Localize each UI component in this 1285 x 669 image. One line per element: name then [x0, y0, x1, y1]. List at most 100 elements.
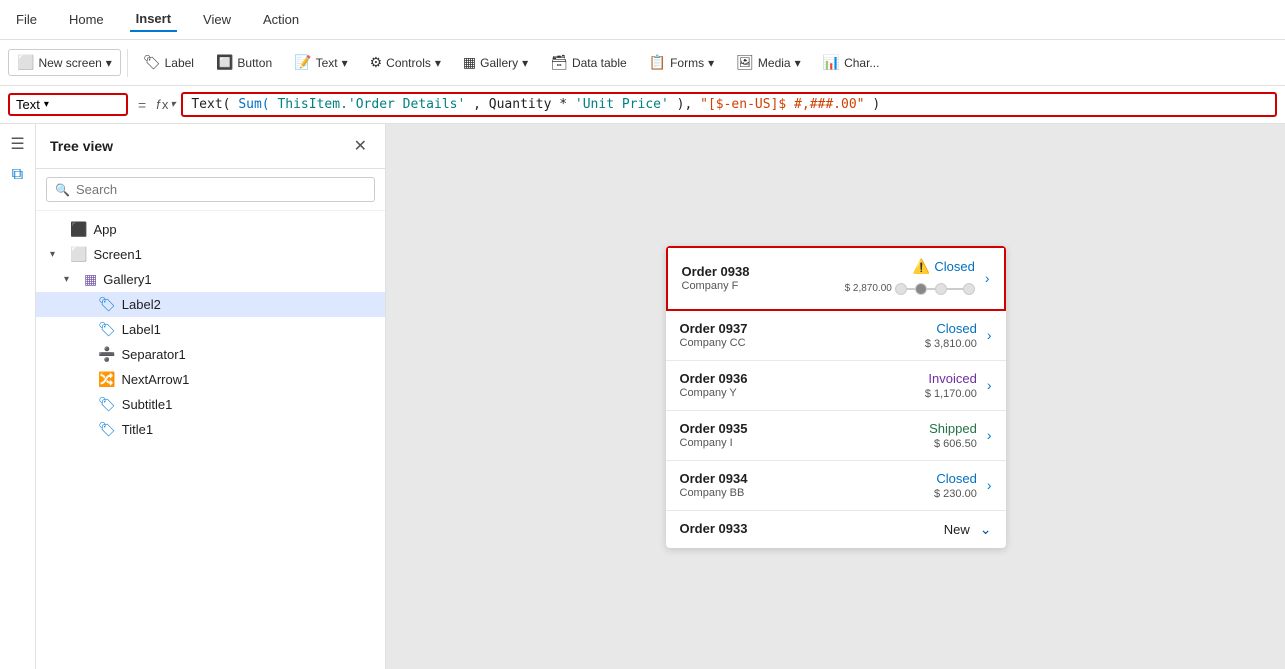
- gallery-row-0937[interactable]: Order 0937 Company CC Closed $ 3,810.00 …: [666, 311, 1006, 361]
- order-number-0933: Order 0933: [680, 521, 944, 536]
- status-area-0938: ⚠️ Closed $ 2,870.00: [845, 258, 975, 299]
- formula-equals: =: [134, 97, 150, 113]
- nextarrow1-label: NextArrow1: [121, 372, 189, 387]
- button-icon: 🔲: [216, 54, 233, 71]
- company-0935: Company I: [680, 437, 930, 449]
- row-left-0938: Order 0938 Company F: [682, 264, 845, 292]
- amount-0937: $ 3,810.00: [925, 338, 977, 350]
- status-0937: Closed: [936, 321, 976, 336]
- order-number-0937: Order 0937: [680, 321, 925, 336]
- status-0936: Invoiced: [928, 371, 976, 386]
- new-screen-chevron-icon: ▾: [106, 56, 112, 70]
- label2-label: Label2: [122, 297, 161, 312]
- company-0937: Company CC: [680, 337, 925, 349]
- tree-item-nextarrow1[interactable]: 🔀 NextArrow1: [36, 367, 385, 392]
- gallery1-expand-icon: ▾: [64, 274, 78, 285]
- title1-icon: 🏷: [98, 421, 116, 438]
- chevron-0936: ›: [987, 377, 992, 393]
- formula-text-multiply: *: [559, 97, 567, 112]
- app-label: App: [93, 222, 116, 237]
- sidebar-toggle[interactable]: ☰ ⧉: [0, 124, 36, 669]
- gallery-row-0935[interactable]: Order 0935 Company I Shipped $ 606.50 ›: [666, 411, 1006, 461]
- chevron-0935: ›: [987, 427, 992, 443]
- label-icon: 🏷: [143, 54, 161, 71]
- subtitle1-label: Subtitle1: [122, 397, 173, 412]
- main-area: ☰ ⧉ Tree view ✕ 🔍 ⬛ App ▾ ⬜ Scr: [0, 124, 1285, 669]
- formula-input[interactable]: Text( Sum( ThisItem.'Order Details' , Qu…: [181, 92, 1277, 117]
- tree-item-separator1[interactable]: ➗ Separator1: [36, 342, 385, 367]
- text-chevron-icon: ▾: [342, 56, 348, 70]
- media-button[interactable]: 🖼 Media ▾: [727, 49, 810, 76]
- menu-view[interactable]: View: [197, 8, 237, 31]
- tree-item-label2[interactable]: 🏷 Label2: [36, 292, 385, 317]
- tree-item-gallery1[interactable]: ▾ ▦ Gallery1: [36, 267, 385, 292]
- new-screen-label: New screen: [38, 56, 101, 70]
- gallery-row-0938[interactable]: Order 0938 Company F ⚠️ Closed $ 2,870.0…: [666, 246, 1006, 311]
- new-screen-button[interactable]: ⬜ New screen ▾: [8, 49, 121, 76]
- slider-dot4-0938: [963, 283, 975, 295]
- tree-item-subtitle1[interactable]: 🏷 Subtitle1: [36, 392, 385, 417]
- new-screen-icon: ⬜: [17, 54, 34, 71]
- status-area-0935: Shipped $ 606.50: [929, 421, 977, 450]
- menu-file[interactable]: File: [10, 8, 43, 31]
- menu-home[interactable]: Home: [63, 8, 110, 31]
- menu-action[interactable]: Action: [257, 8, 305, 31]
- gallery-chevron-icon: ▾: [522, 56, 528, 70]
- toolbar-divider-1: [127, 49, 128, 77]
- tree-item-label1[interactable]: 🏷 Label1: [36, 317, 385, 342]
- row-left-0937: Order 0937 Company CC: [680, 321, 925, 349]
- selector-chevron-icon: ▾: [44, 99, 49, 110]
- formula-fx-button[interactable]: fx ▾: [156, 97, 175, 112]
- status-0938: Closed: [934, 259, 974, 274]
- layers-icon: ⧉: [12, 166, 23, 184]
- button-button[interactable]: 🔲 Button: [207, 49, 281, 76]
- gallery-row-0936[interactable]: Order 0936 Company Y Invoiced $ 1,170.00…: [666, 361, 1006, 411]
- screen1-expand-icon: ▾: [50, 249, 64, 260]
- formula-selector[interactable]: Text ▾: [8, 93, 128, 116]
- tree-item-title1[interactable]: 🏷 Title1: [36, 417, 385, 442]
- status-area-0936: Invoiced $ 1,170.00: [925, 371, 977, 400]
- menu-insert[interactable]: Insert: [130, 7, 177, 32]
- formula-text-function: Text(: [191, 97, 230, 112]
- tree-close-button[interactable]: ✕: [350, 134, 371, 158]
- gallery-row-0934[interactable]: Order 0934 Company BB Closed $ 230.00 ›: [666, 461, 1006, 511]
- controls-btn-label: Controls: [386, 56, 431, 70]
- search-input[interactable]: [76, 182, 366, 197]
- label-button[interactable]: 🏷 Label: [134, 49, 203, 76]
- search-box[interactable]: 🔍: [46, 177, 375, 202]
- amount-0935: $ 606.50: [934, 438, 977, 450]
- chart-btn-label: Char...: [844, 56, 879, 70]
- slider-track-0938[interactable]: [895, 279, 975, 299]
- gallery-button[interactable]: ▦ Gallery ▾: [454, 49, 537, 76]
- chart-button[interactable]: 📊 Char...: [814, 49, 889, 76]
- chevron-0934: ›: [987, 477, 992, 493]
- tree-search-area: 🔍: [36, 169, 385, 211]
- formula-text-unitprice: 'Unit Price': [575, 97, 669, 112]
- amount-0938: $ 2,870.00: [845, 283, 892, 294]
- order-number-0935: Order 0935: [680, 421, 930, 436]
- tree-item-app[interactable]: ⬛ App: [36, 217, 385, 242]
- forms-icon: 📋: [649, 54, 666, 71]
- amount-0936: $ 1,170.00: [925, 388, 977, 400]
- menu-bar: File Home Insert View Action: [0, 0, 1285, 40]
- tree-item-screen1[interactable]: ▾ ⬜ Screen1: [36, 242, 385, 267]
- fx-chevron-icon: ▾: [170, 99, 175, 110]
- app-icon: ⬛: [70, 221, 87, 238]
- controls-icon: ⚙: [370, 54, 383, 71]
- tree-header: Tree view ✕: [36, 124, 385, 169]
- status-area-0934: Closed $ 230.00: [934, 471, 977, 500]
- row-left-0934: Order 0934 Company BB: [680, 471, 935, 499]
- chevron-0938: ›: [985, 270, 990, 286]
- chevron-0933: ⌄: [980, 521, 992, 538]
- gallery-row-0933[interactable]: Order 0933 New ⌄: [666, 511, 1006, 548]
- controls-button[interactable]: ⚙ Controls ▾: [361, 49, 450, 76]
- search-icon: 🔍: [55, 183, 70, 197]
- order-number-0938: Order 0938: [682, 264, 845, 279]
- text-button[interactable]: 📝 Text ▾: [285, 49, 356, 76]
- formula-text-sum: Sum(: [238, 97, 269, 112]
- order-number-0936: Order 0936: [680, 371, 925, 386]
- formula-text-comma: ,: [473, 97, 481, 112]
- toolbar: ⬜ New screen ▾ 🏷 Label 🔲 Button 📝 Text ▾…: [0, 40, 1285, 86]
- data-table-button[interactable]: 🗃 Data table: [541, 49, 635, 76]
- forms-button[interactable]: 📋 Forms ▾: [640, 49, 723, 76]
